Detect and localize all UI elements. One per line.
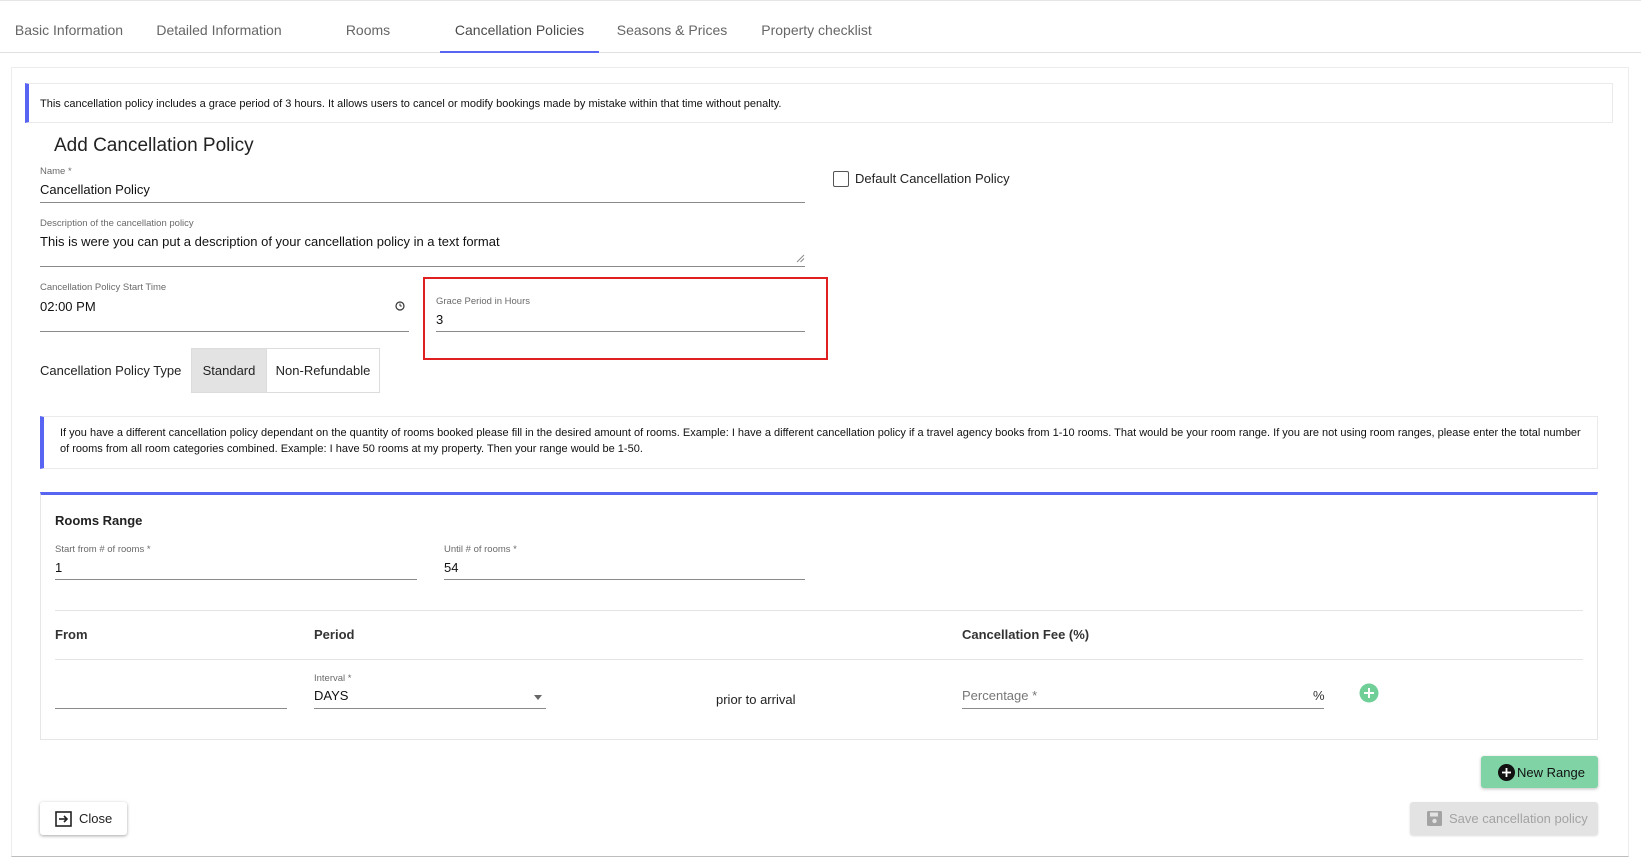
add-circle-icon — [1498, 764, 1515, 781]
name-underline — [40, 202, 805, 203]
grace-info-alert: This cancellation policy includes a grac… — [25, 83, 1613, 123]
description-textarea[interactable]: This is were you can put a description o… — [40, 234, 780, 249]
start-time-label: Cancellation Policy Start Time — [40, 282, 167, 293]
grace-info-text: This cancellation policy includes a grac… — [40, 98, 782, 110]
new-range-button[interactable]: New Range — [1481, 756, 1598, 788]
col-header-from: From — [55, 627, 88, 642]
description-label: Description of the cancellation policy — [40, 218, 194, 229]
grace-period-highlight — [423, 277, 828, 360]
grace-period-underline — [436, 331, 805, 332]
prior-to-arrival-text: prior to arrival — [716, 692, 796, 707]
tab-seasons-prices[interactable]: Seasons & Prices — [614, 1, 730, 53]
tab-basic-information[interactable]: Basic Information — [14, 1, 124, 53]
default-policy-label: Default Cancellation Policy — [855, 171, 1010, 186]
start-rooms-input[interactable]: 1 — [55, 560, 62, 575]
description-underline — [40, 266, 805, 267]
from-underline — [55, 708, 287, 709]
tab-detailed-information[interactable]: Detailed Information — [150, 1, 288, 53]
col-header-period: Period — [314, 627, 355, 642]
default-policy-checkbox[interactable] — [833, 171, 849, 187]
close-button[interactable]: Close — [40, 802, 127, 835]
interval-label: Interval * — [314, 673, 352, 684]
until-rooms-label: Until # of rooms * — [444, 544, 517, 555]
interval-select[interactable]: DAYS — [314, 688, 348, 703]
start-rooms-label: Start from # of rooms * — [55, 544, 151, 555]
percent-suffix: % — [1313, 688, 1325, 703]
save-label: Save cancellation policy — [1449, 811, 1588, 826]
grace-period-label: Grace Period in Hours — [436, 296, 530, 307]
start-time-underline — [40, 331, 409, 332]
start-time-input[interactable]: 02:00 PM — [40, 299, 96, 314]
save-icon — [1427, 811, 1442, 826]
policy-type-standard-button[interactable]: Standard — [191, 348, 267, 393]
policy-type-nonrefundable-button[interactable]: Non-Refundable — [266, 348, 380, 393]
resize-handle-icon[interactable] — [796, 254, 805, 263]
name-label: Name * — [40, 166, 72, 177]
new-range-label: New Range — [1517, 765, 1585, 780]
until-rooms-underline — [444, 579, 805, 580]
rooms-info-alert: If you have a different cancellation pol… — [40, 416, 1598, 469]
name-input[interactable]: Cancellation Policy — [40, 182, 804, 197]
tab-rooms[interactable]: Rooms — [330, 1, 406, 53]
clock-icon[interactable] — [395, 301, 405, 311]
range-divider-top — [55, 610, 1583, 611]
save-policy-button[interactable]: Save cancellation policy — [1410, 802, 1598, 835]
percentage-input[interactable]: Percentage * — [962, 688, 1037, 703]
top-tab-bar: Basic Information Detailed Information R… — [0, 0, 1641, 53]
tab-cancellation-policies[interactable]: Cancellation Policies — [440, 1, 599, 53]
chevron-down-icon[interactable] — [534, 695, 542, 700]
until-rooms-input[interactable]: 54 — [444, 560, 458, 575]
tab-property-checklist[interactable]: Property checklist — [759, 1, 874, 53]
percentage-underline — [962, 708, 1324, 709]
add-row-icon[interactable] — [1359, 683, 1379, 703]
col-header-fee: Cancellation Fee (%) — [962, 627, 1090, 642]
close-label: Close — [79, 811, 113, 826]
rooms-info-text: If you have a different cancellation pol… — [60, 427, 1581, 455]
rooms-range-title: Rooms Range — [55, 513, 143, 528]
form-title: Add Cancellation Policy — [54, 135, 254, 156]
range-divider-mid — [55, 659, 1583, 660]
grace-period-input[interactable]: 3 — [436, 312, 443, 327]
exit-icon — [55, 811, 72, 827]
policy-type-label: Cancellation Policy Type — [40, 363, 182, 378]
from-input[interactable] — [55, 674, 287, 708]
start-rooms-underline — [55, 579, 417, 580]
interval-underline — [314, 708, 546, 709]
